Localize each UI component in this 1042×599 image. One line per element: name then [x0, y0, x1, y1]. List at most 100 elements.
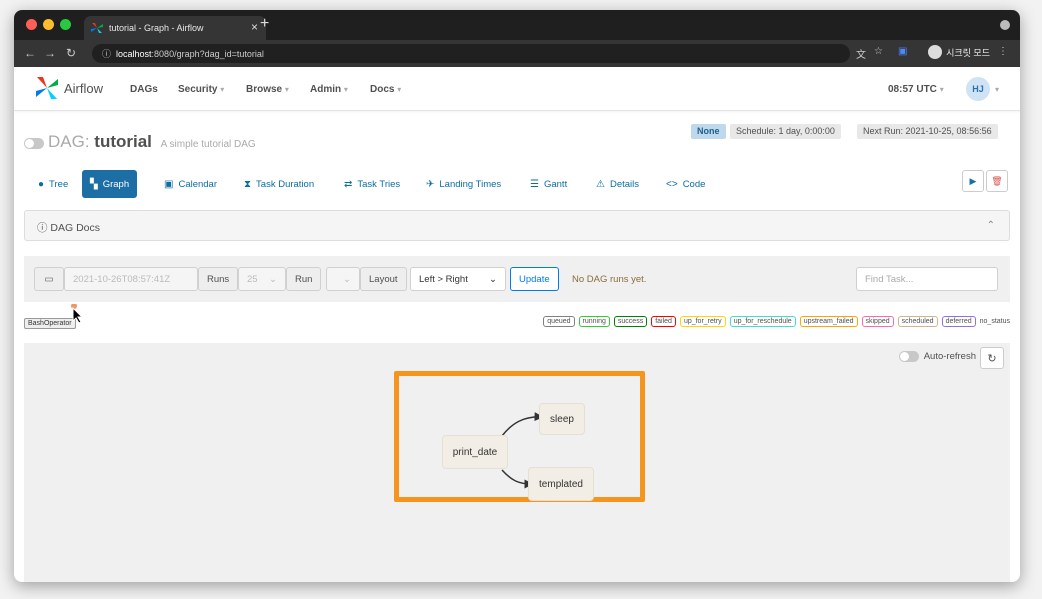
operator-badge[interactable]: BashOperator	[24, 318, 76, 329]
tab-calendar[interactable]: ▣ Calendar	[164, 170, 217, 198]
bookmark-star-icon[interactable]: ☆	[874, 46, 883, 57]
schedule-badge: Schedule: 1 day, 0:00:00	[730, 124, 841, 139]
tab-graph[interactable]: ▚ Graph	[82, 170, 138, 198]
url-path: :8080/graph?dag_id=tutorial	[151, 48, 264, 59]
graph-controls: ▭ 2021-10-26T08:57:41Z Runs 25 ⌄ Run ⌄ La…	[24, 256, 1010, 302]
legend-up-for-retry[interactable]: up_for_retry	[679, 316, 726, 327]
extension-icon[interactable]: ▣	[898, 46, 907, 57]
warning-icon: ⚠	[596, 178, 605, 190]
maximize-window-button[interactable]	[60, 19, 71, 30]
legend-deferred[interactable]: deferred	[941, 316, 976, 327]
chevron-down-icon: ⌄	[269, 273, 277, 285]
legend-no-status[interactable]: no_status	[980, 318, 1010, 325]
airflow-navbar: Airflow DAGs Security ▾ Browse ▾ Admin ▾…	[14, 67, 1020, 111]
incognito-icon	[928, 45, 943, 59]
dag-docs-panel[interactable]: ⓘ DAG Docs ⌃	[24, 210, 1010, 241]
chevron-down-icon: ▾	[220, 85, 225, 94]
task-node-templated[interactable]: templated	[528, 467, 594, 501]
airflow-logo[interactable]: Airflow	[34, 75, 103, 101]
task-node-sleep[interactable]: sleep	[539, 403, 585, 435]
legend-upstream-failed[interactable]: upstream_failed	[799, 316, 858, 327]
tab-task-duration[interactable]: ⧗ Task Duration	[244, 170, 314, 198]
delete-dag-button[interactable]: 🗑	[986, 170, 1008, 192]
close-window-button[interactable]	[26, 19, 37, 30]
info-circle-icon: ⓘ	[37, 222, 48, 234]
base-date-input[interactable]: 2021-10-26T08:57:41Z	[64, 267, 198, 291]
browser-tab[interactable]: tutorial - Graph - Airflow ×	[84, 16, 266, 40]
dag-name: tutorial	[94, 132, 152, 151]
run-label: Run	[286, 267, 322, 291]
browser-tab-bar: tutorial - Graph - Airflow × +	[14, 10, 1020, 40]
chevron-down-icon: ▾	[995, 85, 1000, 94]
chevron-down-icon: ▾	[284, 85, 289, 94]
chevron-down-icon: ⌄	[489, 273, 497, 285]
code-icon: <>	[666, 178, 678, 190]
calendar-picker-icon[interactable]: ▭	[34, 267, 64, 291]
play-icon: ▶	[969, 175, 977, 186]
airflow-favicon-icon	[91, 23, 103, 33]
tab-task-tries[interactable]: ⇄ Task Tries	[344, 170, 400, 198]
chevron-down-icon: ⌄	[343, 273, 351, 285]
address-bar[interactable]: ⓘ localhost :8080/graph?dag_id=tutorial	[92, 44, 850, 63]
legend-up-for-reschedule[interactable]: up_for_reschedule	[729, 316, 796, 327]
info-icon: ⓘ	[102, 49, 112, 59]
menu-admin[interactable]: Admin ▾	[310, 84, 348, 95]
calendar-icon: ▣	[164, 178, 174, 190]
find-task-input[interactable]: Find Task...	[856, 267, 998, 291]
legend-failed[interactable]: failed	[651, 316, 676, 327]
new-tab-button[interactable]: +	[260, 15, 269, 33]
menu-docs[interactable]: Docs ▾	[370, 84, 401, 95]
legend-skipped[interactable]: skipped	[861, 316, 894, 327]
trigger-dag-button[interactable]: ▶	[962, 170, 984, 192]
layout-label: Layout	[360, 267, 407, 291]
menu-security[interactable]: Security ▾	[178, 84, 224, 95]
task-node-print-date[interactable]: print_date	[442, 435, 508, 469]
tab-close-icon[interactable]: ×	[251, 20, 258, 34]
chevron-up-icon[interactable]: ⌃	[987, 220, 995, 231]
plane-icon: ✈	[426, 178, 435, 190]
tab-landing-times[interactable]: ✈ Landing Times	[426, 170, 501, 198]
trash-icon: 🗑	[991, 175, 1003, 186]
tab-title: tutorial - Graph - Airflow	[109, 23, 204, 33]
update-button[interactable]: Update	[510, 267, 559, 291]
num-runs-select[interactable]: 25 ⌄	[238, 267, 286, 291]
dag-description: A simple tutorial DAG	[160, 139, 256, 150]
browser-menu-icon[interactable]: ⋮	[998, 46, 1008, 57]
dag-graph-canvas[interactable]: Auto-refresh ↻ print_date sleep template…	[24, 343, 1010, 582]
run-select[interactable]: ⌄	[326, 267, 360, 291]
user-avatar[interactable]: HJ	[966, 77, 990, 101]
minimize-window-button[interactable]	[43, 19, 54, 30]
chevron-down-icon: ▾	[939, 85, 944, 94]
tab-details[interactable]: ⚠ Details	[596, 170, 639, 198]
pinwheel-logo-icon	[36, 77, 58, 99]
edge-print-date-to-sleep	[501, 412, 544, 437]
browser-window: tutorial - Graph - Airflow × + ← → ↻ ⓘ l…	[14, 10, 1020, 582]
retry-icon: ⇄	[344, 178, 353, 190]
incognito-profile[interactable]: 시크릿 모드	[928, 45, 990, 59]
back-icon[interactable]: ←	[24, 46, 36, 60]
state-legend: queued running success failed up_for_ret…	[543, 316, 1010, 327]
gantt-icon: ☰	[530, 178, 539, 190]
utc-clock[interactable]: 08:57 UTC ▾	[888, 84, 944, 95]
layout-select[interactable]: Left > Right ⌄	[410, 267, 506, 291]
browser-toolbar: ← → ↻ ⓘ localhost :8080/graph?dag_id=tut…	[14, 40, 1020, 67]
brand-name: Airflow	[64, 80, 104, 96]
reload-icon[interactable]: ↻	[66, 46, 76, 60]
menu-browse[interactable]: Browse ▾	[246, 84, 289, 95]
tab-code[interactable]: <> Code	[666, 170, 705, 198]
graph-icon: ▚	[90, 178, 98, 190]
forward-icon[interactable]: →	[44, 46, 56, 60]
legend-queued[interactable]: queued	[543, 316, 575, 327]
menu-dags[interactable]: DAGs	[130, 84, 158, 95]
tab-gantt[interactable]: ☰ Gantt	[530, 170, 567, 198]
translate-icon[interactable]: 文	[856, 46, 866, 61]
dag-title-prefix: DAG:	[48, 132, 90, 151]
hourglass-icon: ⧗	[244, 178, 252, 190]
chevron-down-icon: ▾	[343, 85, 348, 94]
legend-scheduled[interactable]: scheduled	[897, 316, 938, 327]
tab-tree[interactable]: ● Tree	[38, 170, 68, 198]
dag-pause-toggle[interactable]	[24, 138, 44, 149]
legend-success[interactable]: success	[613, 316, 648, 327]
graph-edges	[501, 412, 544, 489]
legend-running[interactable]: running	[578, 316, 610, 327]
